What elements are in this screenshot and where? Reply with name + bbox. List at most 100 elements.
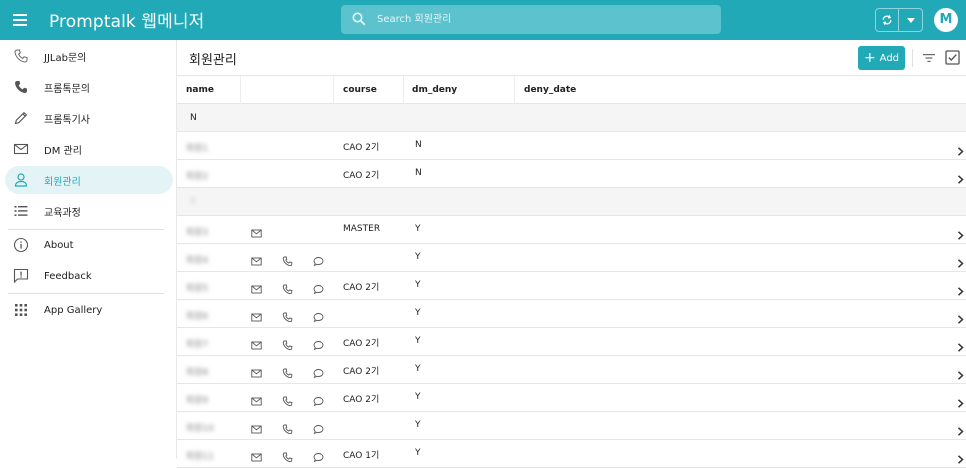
chevron-right-icon[interactable] bbox=[957, 365, 964, 380]
phone-icon[interactable] bbox=[282, 280, 293, 295]
table-row[interactable]: 회원5 CAO 2기 Y bbox=[177, 272, 966, 300]
chevron-right-icon[interactable] bbox=[957, 449, 964, 464]
sidebar-item-label: Feedback bbox=[44, 270, 92, 282]
member-dm-deny: Y bbox=[415, 392, 421, 402]
chevron-right-icon[interactable] bbox=[957, 393, 964, 408]
sidebar: JJLab문의 프롬톡문의 프롬톡기사 DM 관리 회원관리 교육과정 Abou… bbox=[0, 40, 176, 459]
member-name: 회원9 bbox=[186, 396, 209, 406]
column-header-name[interactable]: name bbox=[186, 85, 214, 95]
member-name: 회원10 bbox=[186, 424, 215, 434]
column-header-deny-date[interactable]: deny_date bbox=[524, 85, 576, 95]
phone-icon[interactable] bbox=[282, 448, 293, 463]
sidebar-item-prompttalk-inquiry[interactable]: 프롬톡문의 bbox=[5, 73, 173, 101]
person-icon bbox=[14, 173, 28, 187]
sidebar-item-courses[interactable]: 교육과정 bbox=[5, 197, 173, 225]
phone-icon[interactable] bbox=[282, 252, 293, 267]
table-row[interactable]: 회원10 Y bbox=[177, 412, 966, 440]
chevron-right-icon[interactable] bbox=[957, 281, 964, 296]
sync-button[interactable] bbox=[876, 9, 899, 31]
table-row[interactable]: 회원2 CAO 2기 N bbox=[177, 160, 966, 188]
sidebar-item-app-gallery[interactable]: App Gallery bbox=[5, 296, 173, 324]
member-course: CAO 2기 bbox=[343, 367, 380, 377]
chat-bubble-icon[interactable] bbox=[313, 252, 324, 267]
chevron-right-icon[interactable] bbox=[957, 169, 964, 184]
member-dm-deny: Y bbox=[415, 280, 421, 290]
mail-icon[interactable] bbox=[251, 336, 262, 350]
avatar[interactable]: M bbox=[934, 8, 958, 32]
mail-icon[interactable] bbox=[251, 392, 262, 406]
main-panel: 회원관리 + Add name course dm_deny deny_date… bbox=[176, 40, 966, 468]
mail-icon[interactable] bbox=[251, 448, 262, 462]
search-input[interactable] bbox=[377, 9, 707, 30]
chat-bubble-icon[interactable] bbox=[313, 280, 324, 295]
chevron-right-icon[interactable] bbox=[957, 309, 964, 324]
member-dm-deny: Y bbox=[415, 308, 421, 318]
column-divider bbox=[403, 76, 404, 104]
sidebar-item-members[interactable]: 회원관리 bbox=[5, 166, 173, 194]
mail-icon[interactable] bbox=[251, 308, 262, 322]
chat-bubble-icon[interactable] bbox=[313, 420, 324, 435]
phone-icon[interactable] bbox=[282, 392, 293, 407]
sidebar-item-label: 프롬톡문의 bbox=[44, 83, 90, 95]
chevron-right-icon[interactable] bbox=[957, 337, 964, 352]
sidebar-divider bbox=[8, 229, 164, 230]
menu-icon[interactable] bbox=[12, 11, 29, 29]
member-name: 회원2 bbox=[186, 172, 209, 182]
mail-icon[interactable] bbox=[251, 224, 262, 238]
add-button[interactable]: + Add bbox=[858, 46, 905, 70]
table-row[interactable]: 회원9 CAO 2기 Y bbox=[177, 384, 966, 412]
column-header-course[interactable]: course bbox=[343, 85, 377, 95]
chat-bubble-icon[interactable] bbox=[313, 448, 324, 463]
sidebar-item-feedback[interactable]: Feedback bbox=[5, 262, 173, 290]
sidebar-item-jjlab[interactable]: JJLab문의 bbox=[5, 42, 173, 70]
select-checkbox-icon[interactable] bbox=[945, 50, 960, 65]
mail-icon[interactable] bbox=[251, 252, 262, 266]
phone-icon bbox=[15, 81, 27, 93]
phone-outline-icon bbox=[14, 49, 28, 63]
sidebar-item-dm[interactable]: DM 관리 bbox=[5, 135, 173, 163]
chevron-right-icon[interactable] bbox=[957, 225, 964, 240]
refresh-icon bbox=[882, 15, 892, 25]
info-icon bbox=[13, 237, 29, 253]
sidebar-item-label: About bbox=[44, 239, 74, 251]
table-row[interactable]: 회원11 CAO 1기 Y bbox=[177, 440, 966, 468]
mail-icon[interactable] bbox=[251, 280, 262, 294]
table-row[interactable]: 회원6 Y bbox=[177, 300, 966, 328]
member-dm-deny: Y bbox=[415, 252, 421, 262]
member-dm-deny: Y bbox=[415, 448, 421, 458]
phone-icon[interactable] bbox=[282, 420, 293, 435]
sidebar-item-prompttalk-articles[interactable]: 프롬톡기사 bbox=[5, 104, 173, 132]
page-title: 회원관리 bbox=[189, 53, 237, 68]
chat-bubble-icon[interactable] bbox=[313, 308, 324, 323]
phone-icon[interactable] bbox=[282, 308, 293, 323]
chevron-right-icon[interactable] bbox=[957, 141, 964, 156]
table-row[interactable]: 회원8 CAO 2기 Y bbox=[177, 356, 966, 384]
chat-bubble-icon[interactable] bbox=[313, 364, 324, 379]
sidebar-item-label: JJLab문의 bbox=[44, 52, 87, 64]
member-name: 회원5 bbox=[186, 284, 209, 294]
sync-button-group bbox=[875, 8, 923, 32]
sidebar-item-label: DM 관리 bbox=[44, 145, 82, 157]
sidebar-item-about[interactable]: About bbox=[5, 231, 173, 259]
table-row[interactable]: 회원7 CAO 2기 Y bbox=[177, 328, 966, 356]
mail-icon[interactable] bbox=[251, 420, 262, 434]
phone-icon[interactable] bbox=[282, 336, 293, 351]
mail-icon[interactable] bbox=[251, 364, 262, 378]
table-row[interactable]: 회원3 MASTER Y bbox=[177, 216, 966, 244]
chevron-right-icon[interactable] bbox=[957, 421, 964, 436]
group-row: N bbox=[177, 104, 966, 132]
chat-bubble-icon[interactable] bbox=[313, 392, 324, 407]
column-header-dm-deny[interactable]: dm_deny bbox=[412, 85, 457, 95]
filter-icon[interactable] bbox=[922, 52, 936, 64]
table-row[interactable]: 회원4 Y bbox=[177, 244, 966, 272]
sync-menu-button[interactable] bbox=[899, 9, 922, 31]
phone-icon[interactable] bbox=[282, 364, 293, 379]
sidebar-divider bbox=[8, 293, 164, 294]
column-divider bbox=[333, 76, 334, 104]
chevron-right-icon[interactable] bbox=[957, 253, 964, 268]
search-box[interactable] bbox=[341, 5, 721, 34]
member-dm-deny: Y bbox=[415, 336, 421, 346]
column-divider bbox=[514, 76, 515, 104]
table-row[interactable]: 회원1 CAO 2기 N bbox=[177, 132, 966, 160]
chat-bubble-icon[interactable] bbox=[313, 336, 324, 351]
